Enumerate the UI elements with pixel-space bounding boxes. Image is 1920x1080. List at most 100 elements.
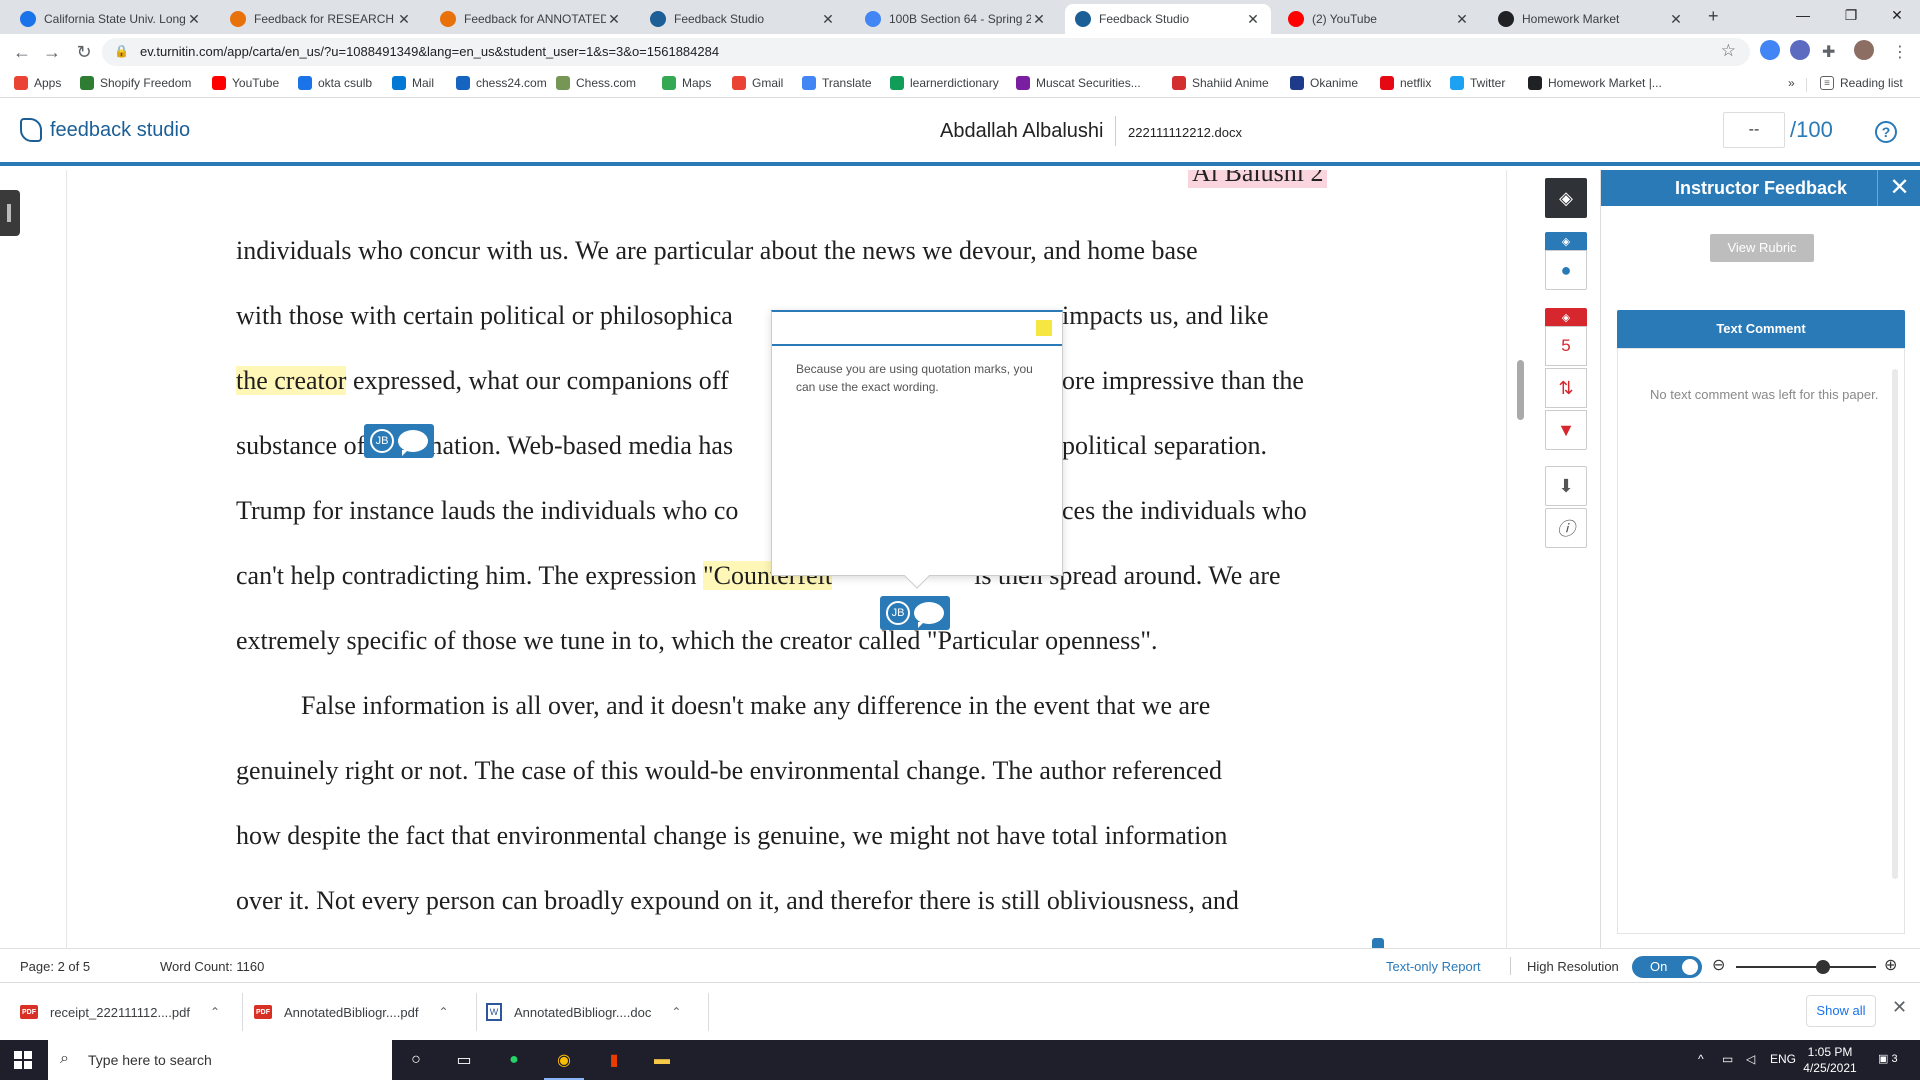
bookmarks-overflow[interactable]: » xyxy=(1788,76,1795,90)
bookmark-item[interactable]: Shopify Freedom xyxy=(80,76,191,90)
layers-button[interactable]: ◈ xyxy=(1545,178,1587,218)
bookmark-item[interactable]: Shahiid Anime xyxy=(1172,76,1269,90)
file-explorer-icon[interactable]: ▬ xyxy=(650,1048,674,1072)
line-text: impacts us, and like xyxy=(1062,301,1269,330)
zoom-out-icon[interactable]: ⊖ xyxy=(1712,955,1725,975)
bookmark-item[interactable]: netflix xyxy=(1380,76,1431,90)
minimize-button[interactable]: — xyxy=(1780,0,1826,30)
bookmark-item[interactable]: Translate xyxy=(802,76,872,90)
download-item[interactable]: PDF receipt_222111112....pdf ⌃ xyxy=(20,999,220,1025)
network-icon[interactable]: ▭ xyxy=(1722,1052,1733,1066)
tray-chevron-icon[interactable]: ^ xyxy=(1698,1052,1704,1066)
profile-avatar[interactable] xyxy=(1854,40,1874,60)
bookmark-item[interactable]: Muscat Securities... xyxy=(1016,76,1141,90)
whatsapp-icon[interactable]: ● xyxy=(502,1048,526,1072)
comment-popup[interactable]: Because you are using quotation marks, y… xyxy=(771,310,1063,589)
similarity-count[interactable]: 5 xyxy=(1545,326,1587,366)
show-all-button[interactable]: Show all xyxy=(1806,995,1876,1027)
comment-badge[interactable] xyxy=(1372,938,1384,948)
browser-tab[interactable]: Homework Market ✕ xyxy=(1488,4,1694,34)
volume-icon[interactable]: ◁ xyxy=(1746,1052,1755,1066)
comments-tool[interactable]: ● xyxy=(1545,250,1587,290)
view-rubric-button[interactable]: View Rubric xyxy=(1710,234,1814,262)
feedback-studio-logo[interactable]: feedback studio xyxy=(20,118,190,142)
browser-tab[interactable]: Feedback for RESEARCH ESS✕ xyxy=(220,4,422,34)
bookmark-item[interactable]: Gmail xyxy=(732,76,783,90)
bookmark-item[interactable]: okta csulb xyxy=(298,76,372,90)
close-icon[interactable]: ✕ xyxy=(1877,170,1920,206)
bookmark-item[interactable]: Maps xyxy=(662,76,711,90)
document-scrollbar-thumb[interactable] xyxy=(1517,360,1524,420)
notifications-icon[interactable]: ▣ 3 xyxy=(1878,1052,1898,1065)
chevron-up-icon[interactable]: ⌃ xyxy=(210,1005,220,1019)
url-text[interactable]: ev.turnitin.com/app/carta/en_us/?u=10884… xyxy=(140,44,719,59)
new-tab-button[interactable]: + xyxy=(1708,6,1719,27)
sort-icon[interactable]: ⇅ xyxy=(1545,368,1587,408)
bookmark-item[interactable]: Chess.com xyxy=(556,76,636,90)
chrome-icon[interactable]: ◉ xyxy=(544,1048,584,1080)
bookmark-item[interactable]: Okanime xyxy=(1290,76,1358,90)
bookmark-item[interactable]: Apps xyxy=(14,76,61,90)
bookmark-star-icon[interactable]: ☆ xyxy=(1721,41,1736,61)
download-item[interactable]: PDF AnnotatedBibliogr....pdf ⌃ xyxy=(254,999,449,1025)
text-only-report-link[interactable]: Text-only Report xyxy=(1386,959,1481,974)
extension-icon[interactable] xyxy=(1760,40,1780,60)
text-comment-scrollbar[interactable] xyxy=(1892,369,1898,879)
bookmark-item[interactable]: Twitter xyxy=(1450,76,1505,90)
highlighted-text[interactable]: the creator xyxy=(236,366,347,395)
tab-close-icon[interactable]: ✕ xyxy=(606,11,622,28)
bookmark-item[interactable]: Mail xyxy=(392,76,434,90)
chevron-up-icon[interactable]: ⌃ xyxy=(438,1005,448,1019)
back-arrow-icon[interactable]: ← xyxy=(10,40,34,64)
browser-tab[interactable]: (2) YouTube ✕ xyxy=(1278,4,1480,34)
bookmark-item[interactable]: Homework Market |... xyxy=(1528,76,1662,90)
download-item[interactable]: W AnnotatedBibliogr....doc ⌃ xyxy=(486,999,681,1025)
office-icon[interactable]: ▮ xyxy=(602,1048,626,1072)
bookmark-item[interactable]: learnerdictionary xyxy=(890,76,999,90)
zoom-slider-track[interactable] xyxy=(1736,966,1876,968)
browser-tab[interactable]: California State Univ. Long B ✕ xyxy=(10,4,212,34)
tab-close-icon[interactable]: ✕ xyxy=(1668,11,1684,28)
cortana-icon[interactable]: ○ xyxy=(404,1048,428,1072)
grade-input[interactable]: -- xyxy=(1723,112,1785,148)
info-icon[interactable]: ⓘ xyxy=(1545,508,1587,548)
browser-tab[interactable]: Feedback Studio ✕ xyxy=(640,4,846,34)
filter-icon[interactable]: ▼ xyxy=(1545,410,1587,450)
highlight-color-swatch[interactable] xyxy=(1036,320,1052,336)
tab-close-icon[interactable]: ✕ xyxy=(1031,11,1047,28)
windows-start-icon[interactable] xyxy=(14,1051,32,1069)
chevron-up-icon[interactable]: ⌃ xyxy=(671,1005,681,1019)
zoom-slider-handle[interactable] xyxy=(1816,960,1830,974)
side-drawer-handle[interactable] xyxy=(0,190,20,236)
bookmark-item[interactable]: chess24.com xyxy=(456,76,547,90)
task-view-icon[interactable]: ▭ xyxy=(452,1048,476,1072)
language-indicator[interactable]: ENG xyxy=(1770,1052,1796,1066)
taskbar-search[interactable]: ⌕ Type here to search xyxy=(48,1040,392,1080)
comment-badge[interactable]: JB xyxy=(880,596,950,630)
close-downloads-icon[interactable]: ✕ xyxy=(1892,997,1907,1018)
restore-button[interactable]: ❐ xyxy=(1828,0,1874,30)
tab-close-icon[interactable]: ✕ xyxy=(820,11,836,28)
window-close-button[interactable]: ✕ xyxy=(1874,0,1920,30)
browser-tab[interactable]: Feedback Studio ✕ xyxy=(1065,4,1271,34)
forward-arrow-icon[interactable]: → xyxy=(40,40,64,64)
download-icon[interactable]: ⬇ xyxy=(1545,466,1587,506)
translate-extension-icon[interactable] xyxy=(1790,40,1810,60)
tab-close-icon[interactable]: ✕ xyxy=(186,11,202,28)
kebab-menu-icon[interactable]: ⋮ xyxy=(1892,42,1908,62)
puzzle-icon[interactable]: ✚ xyxy=(1822,42,1835,62)
tab-close-icon[interactable]: ✕ xyxy=(1245,11,1261,28)
reading-list[interactable]: ≡ Reading list xyxy=(1820,76,1903,90)
zoom-in-icon[interactable]: ⊕ xyxy=(1884,955,1897,975)
reload-icon[interactable]: ↻ xyxy=(72,40,96,64)
help-icon[interactable]: ? xyxy=(1875,121,1897,143)
tab-close-icon[interactable]: ✕ xyxy=(396,11,412,28)
browser-tab[interactable]: Feedback for ANNOTATED B ✕ xyxy=(430,4,632,34)
clock[interactable]: 1:05 PM 4/25/2021 xyxy=(1800,1044,1860,1076)
address-bar[interactable]: 🔒 ev.turnitin.com/app/carta/en_us/?u=108… xyxy=(102,38,1750,66)
comment-badge[interactable]: JB xyxy=(364,424,434,458)
tab-close-icon[interactable]: ✕ xyxy=(1454,11,1470,28)
high-resolution-toggle[interactable]: On xyxy=(1632,956,1702,978)
bookmark-item[interactable]: YouTube xyxy=(212,76,279,90)
browser-tab[interactable]: 100B Section 64 - Spring 20 ✕ xyxy=(855,4,1057,34)
